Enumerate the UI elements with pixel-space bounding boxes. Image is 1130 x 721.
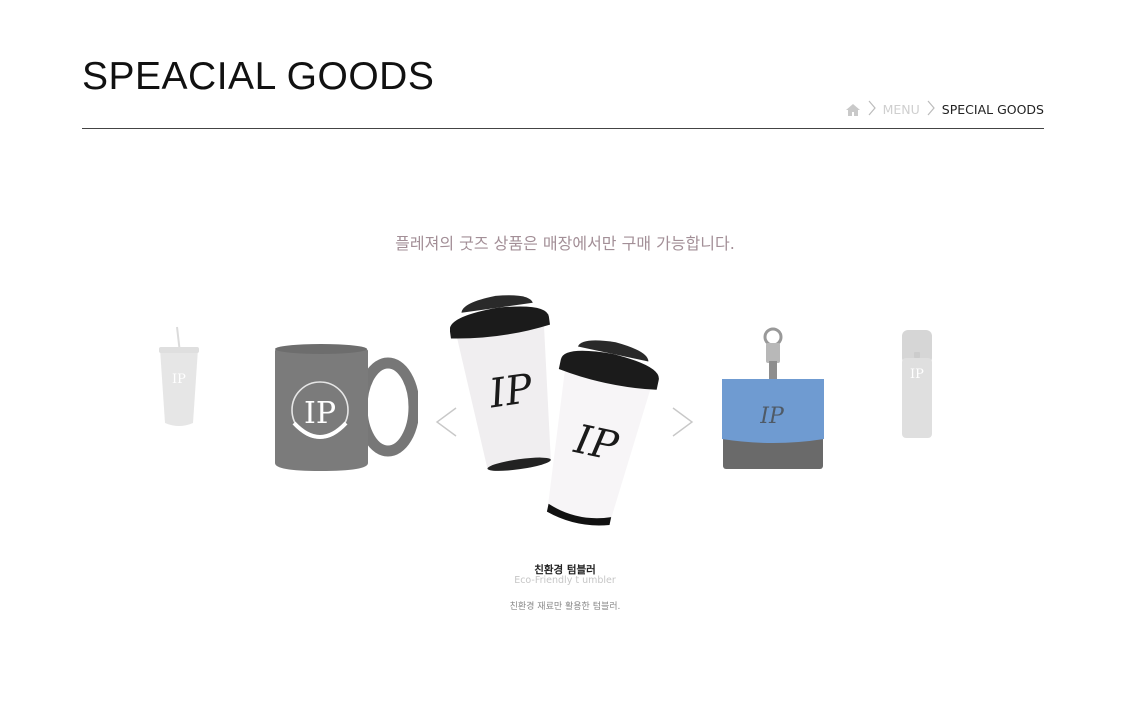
goods-carousel: IP IP IP IP IP IP bbox=[0, 280, 1130, 550]
slide-mug[interactable]: IP bbox=[272, 343, 420, 473]
svg-text:IP: IP bbox=[486, 366, 537, 418]
svg-text:IP: IP bbox=[304, 396, 336, 431]
slide-pouch[interactable]: IP bbox=[718, 325, 828, 470]
home-icon[interactable] bbox=[845, 102, 861, 118]
carousel-next-button[interactable] bbox=[667, 405, 697, 439]
chevron-right-icon bbox=[867, 100, 877, 119]
page-title: SPEACIAL GOODS bbox=[82, 55, 435, 98]
slide-tumbler-cup[interactable]: IP bbox=[155, 325, 203, 430]
svg-text:IP: IP bbox=[910, 367, 924, 382]
svg-text:IP: IP bbox=[759, 404, 785, 429]
slide-thermos-bottle[interactable]: IP bbox=[898, 328, 936, 440]
product-description: 친환경 재료만 활용한 텀블러. bbox=[509, 602, 621, 612]
breadcrumb: MENU SPECIAL GOODS bbox=[845, 100, 1044, 119]
slide-eco-tumbler-pair[interactable]: IP IP bbox=[449, 295, 665, 530]
breadcrumb-current: SPECIAL GOODS bbox=[941, 102, 1044, 117]
svg-text:IP: IP bbox=[172, 372, 186, 387]
chevron-right-icon bbox=[926, 100, 936, 119]
product-name-english: Eco-Friendly t umbler bbox=[514, 575, 616, 586]
title-divider bbox=[82, 128, 1044, 129]
breadcrumb-menu-link[interactable]: MENU bbox=[883, 102, 920, 117]
store-notice: 플레져의 굿즈 상품은 매장에서만 구매 가능합니다. bbox=[395, 234, 735, 253]
